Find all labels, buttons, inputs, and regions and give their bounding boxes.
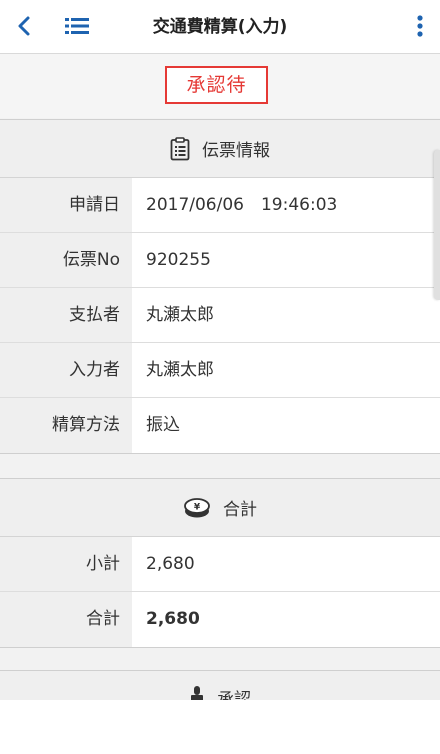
row-value-subtotal: 2,680 — [146, 554, 195, 574]
row-value-total: 2,680 — [146, 609, 200, 629]
row-value-voucher-no: 920255 — [146, 250, 211, 270]
scroll-edge-indicator[interactable] — [434, 150, 440, 300]
list-button[interactable] — [60, 10, 94, 42]
row-label-subtotal: 小計 — [0, 537, 132, 591]
back-button[interactable] — [8, 10, 40, 42]
table-row: 精算方法 振込 — [0, 398, 440, 453]
voucher-info-header: 伝票情報 — [0, 120, 440, 178]
row-value-settlement-method: 振込 — [146, 415, 180, 435]
list-icon — [65, 18, 89, 34]
chevron-left-icon — [18, 16, 30, 36]
row-label-entered-by: 入力者 — [0, 343, 132, 397]
page-title: 交通費精算(入力) — [152, 17, 288, 37]
total-title: 合計 — [223, 500, 257, 520]
row-value-entered-by: 丸瀬太郎 — [146, 360, 214, 380]
status-badge: 承認待 — [165, 66, 268, 104]
row-value-payer: 丸瀬太郎 — [146, 305, 214, 325]
svg-text:¥: ¥ — [194, 502, 201, 512]
more-menu-button[interactable] — [410, 10, 430, 42]
total-section: ¥ 合計 小計 2,680 合計 2,680 — [0, 478, 440, 648]
screen: 交通費精算(入力) 承認待 伝票情報 申請日 2017/06/06 19:46:… — [0, 0, 440, 754]
yen-coin-icon: ¥ — [183, 497, 211, 519]
status-area: 承認待 — [0, 54, 440, 118]
more-vertical-icon — [417, 15, 423, 37]
table-row: 小計 2,680 — [0, 537, 440, 592]
clipboard-icon — [170, 136, 190, 161]
table-row: 伝票No 920255 — [0, 233, 440, 288]
row-label-payer: 支払者 — [0, 288, 132, 342]
voucher-info-section: 伝票情報 申請日 2017/06/06 19:46:03 伝票No 920255… — [0, 119, 440, 454]
table-row: 申請日 2017/06/06 19:46:03 — [0, 178, 440, 233]
voucher-info-title: 伝票情報 — [202, 141, 270, 161]
table-row: 入力者 丸瀬太郎 — [0, 343, 440, 398]
app-header: 交通費精算(入力) — [0, 0, 440, 54]
table-row: 合計 2,680 — [0, 592, 440, 647]
row-label-settlement-method: 精算方法 — [0, 398, 132, 453]
table-row: 支払者 丸瀬太郎 — [0, 288, 440, 343]
total-header: ¥ 合計 — [0, 479, 440, 537]
row-label-total: 合計 — [0, 592, 132, 647]
row-value-apply-date: 2017/06/06 19:46:03 — [146, 195, 338, 215]
row-label-apply-date: 申請日 — [0, 178, 132, 232]
bottom-blank-area — [0, 700, 440, 754]
row-label-voucher-no: 伝票No — [0, 233, 132, 287]
